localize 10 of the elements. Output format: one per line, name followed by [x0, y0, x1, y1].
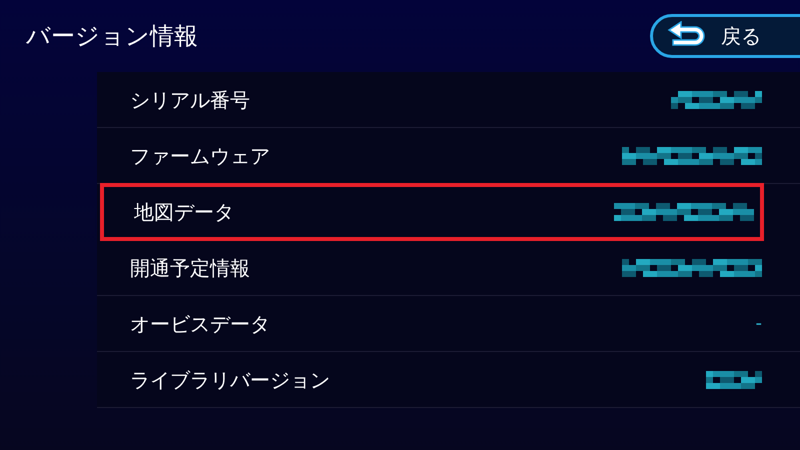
row-value: -	[756, 312, 762, 336]
row-label: シリアル番号	[130, 86, 250, 114]
screen-title: バージョン情報	[26, 21, 198, 52]
row-label: 地図データ	[134, 199, 234, 226]
row-label: ファームウェア	[130, 142, 270, 170]
row-label: ライブラリバージョン	[130, 366, 330, 394]
row-label: オービスデータ	[130, 310, 270, 338]
pixelated-value-drawing	[706, 370, 762, 388]
back-button[interactable]: 戻る	[650, 14, 800, 58]
row-label: 開通予定情報	[130, 254, 250, 282]
